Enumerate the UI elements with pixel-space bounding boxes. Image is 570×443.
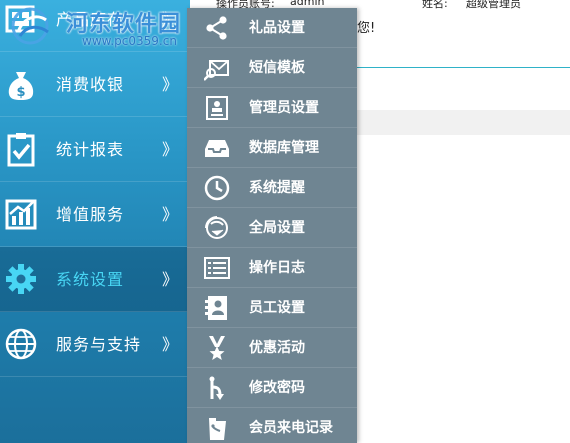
share-icon bbox=[206, 16, 227, 40]
submenu-item-label: 优惠活动 bbox=[249, 340, 305, 356]
sidebar-item-label: 统计报表 bbox=[56, 140, 125, 159]
list-log-icon bbox=[204, 257, 230, 279]
sms-search-icon bbox=[204, 60, 229, 81]
growth-chart-icon bbox=[5, 199, 37, 230]
submenu-item-label: 系统提醒 bbox=[249, 180, 305, 196]
sidebar-item-service-support[interactable]: 服务与支持 》 bbox=[0, 312, 190, 377]
submenu-item-database-management[interactable]: 数据库管理 bbox=[187, 128, 357, 168]
sidebar-item-system-settings[interactable]: 系统设置 》 bbox=[0, 247, 190, 312]
branch-icon bbox=[209, 376, 224, 400]
watermark-emblem-icon bbox=[11, 7, 49, 45]
submenu-item-admin-settings[interactable]: 管理员设置 bbox=[187, 88, 357, 128]
inbox-tray-icon bbox=[205, 140, 229, 157]
submenu-item-operation-log[interactable]: 操作日志 bbox=[187, 248, 357, 288]
sidebar-item-label: 增值服务 bbox=[56, 205, 125, 224]
submenu-item-label: 修改密码 bbox=[249, 380, 305, 396]
submenu-item-label: 员工设置 bbox=[249, 300, 305, 316]
system-settings-submenu: 礼品设置 短信模板 管理员设置 数据库管理 系统提醒 全局设置 操作日志 员工设… bbox=[187, 8, 357, 443]
global-refresh-icon bbox=[205, 216, 228, 239]
sidebar-item-statistics-report[interactable]: 统计报表 》 bbox=[0, 117, 190, 182]
watermark-logo: 河东软件园 www.pc0359.cn bbox=[4, 2, 214, 48]
sidebar-item-label: 消费收银 bbox=[56, 75, 125, 94]
submenu-item-sms-template[interactable]: 短信模板 bbox=[187, 48, 357, 88]
money-bag-icon: $ bbox=[8, 72, 34, 100]
submenu-item-employee-settings[interactable]: 员工设置 bbox=[187, 288, 357, 328]
greeting-text: 您! bbox=[357, 21, 376, 36]
submenu-item-label: 数据库管理 bbox=[249, 140, 319, 156]
name-label: 姓名: bbox=[422, 0, 448, 10]
chevron-right-icon: 》 bbox=[162, 205, 179, 224]
globe-icon bbox=[5, 328, 37, 360]
clock-icon bbox=[204, 175, 230, 201]
submenu-item-change-password[interactable]: 修改密码 bbox=[187, 368, 357, 408]
submenu-item-label: 管理员设置 bbox=[249, 100, 319, 116]
sidebar-item-value-added-services[interactable]: 增值服务 》 bbox=[0, 182, 190, 247]
sidebar-item-consumption-checkout[interactable]: $ 消费收银 》 bbox=[0, 52, 190, 117]
admin-card-icon bbox=[206, 96, 228, 120]
sidebar: 产品库存 》 $ 消费收银 》 统计报表 》 增值服务 》 系统设置 》 服务与… bbox=[0, 0, 190, 443]
submenu-item-gift-settings[interactable]: 礼品设置 bbox=[187, 8, 357, 48]
phone-record-icon bbox=[209, 418, 226, 440]
employee-book-icon bbox=[205, 296, 227, 320]
chevron-right-icon: 》 bbox=[162, 75, 179, 94]
submenu-item-label: 全局设置 bbox=[249, 220, 305, 236]
clipboard-check-icon bbox=[7, 133, 35, 167]
chevron-right-icon: 》 bbox=[162, 335, 179, 354]
chevron-right-icon: 》 bbox=[162, 140, 179, 159]
badge-star-icon bbox=[209, 336, 225, 360]
operator-value: admin bbox=[290, 0, 325, 8]
chevron-right-icon: 》 bbox=[162, 270, 179, 289]
submenu-item-label: 短信模板 bbox=[249, 60, 305, 76]
gear-icon bbox=[6, 264, 36, 294]
name-value: 超级管理员 bbox=[466, 0, 521, 10]
submenu-item-label: 操作日志 bbox=[249, 260, 305, 276]
submenu-item-promotions[interactable]: 优惠活动 bbox=[187, 328, 357, 368]
sidebar-item-label: 系统设置 bbox=[56, 270, 125, 289]
svg-text:$: $ bbox=[16, 85, 25, 100]
submenu-item-label: 礼品设置 bbox=[249, 20, 305, 36]
submenu-item-label: 会员来电记录 bbox=[249, 420, 333, 436]
submenu-item-global-settings[interactable]: 全局设置 bbox=[187, 208, 357, 248]
submenu-item-member-call-records[interactable]: 会员来电记录 bbox=[187, 408, 357, 443]
sidebar-item-label: 服务与支持 bbox=[56, 335, 142, 354]
submenu-item-system-reminder[interactable]: 系统提醒 bbox=[187, 168, 357, 208]
watermark-url: www.pc0359.cn bbox=[82, 34, 177, 48]
